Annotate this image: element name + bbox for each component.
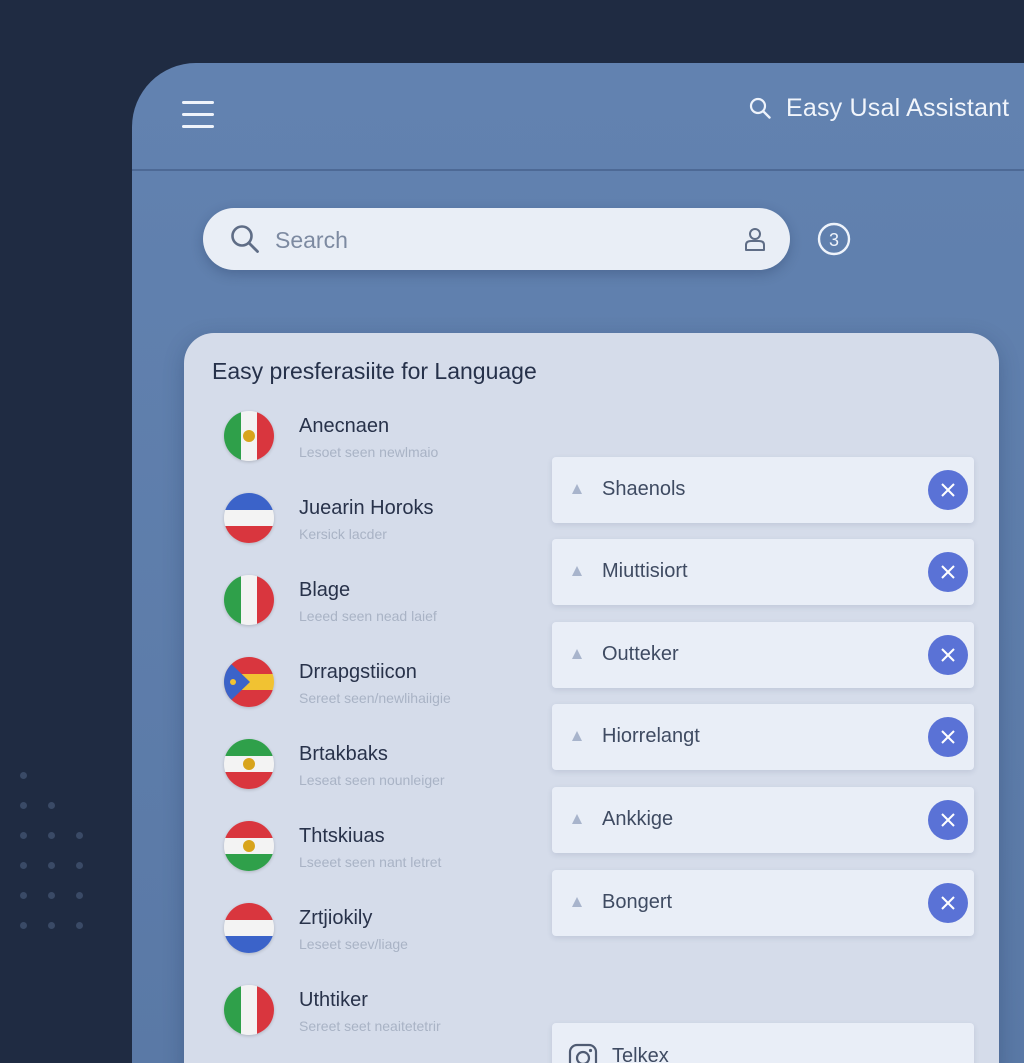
hamburger-menu-icon[interactable]: [182, 101, 214, 129]
language-item[interactable]: Drrapgstiicon Sereet seen/newlihaiigie: [224, 651, 524, 721]
selected-language-row[interactable]: Bongert: [552, 870, 974, 936]
telkex-row[interactable]: Telkex: [552, 1023, 974, 1063]
remove-button[interactable]: [928, 717, 968, 757]
language-item[interactable]: Anecnaen Lesoet seen newlmaio: [224, 405, 524, 475]
language-name: Brtakbaks: [299, 743, 388, 765]
svg-text:3: 3: [829, 230, 839, 250]
language-item[interactable]: Blage Leeed seen nead laief: [224, 569, 524, 639]
selected-language-label: Miuttisiort: [602, 560, 688, 582]
triangle-icon: [572, 897, 582, 907]
telkex-label: Telkex: [612, 1045, 669, 1063]
close-icon: [941, 483, 955, 497]
language-item[interactable]: Juearin Horoks Kersick lacder: [224, 487, 524, 557]
selected-language-row[interactable]: Outteker: [552, 622, 974, 688]
language-name: Thtskiuas: [299, 825, 385, 847]
triangle-icon: [572, 731, 582, 741]
panel-title: Easy presferasiite for Language: [212, 358, 537, 384]
flag-icon: [224, 411, 274, 461]
close-icon: [941, 730, 955, 744]
instagram-icon: [568, 1043, 598, 1063]
remove-button[interactable]: [928, 470, 968, 510]
selected-language-label: Outteker: [602, 643, 679, 665]
language-name: Zrtjiokily: [299, 907, 373, 929]
language-subtitle: Leseet seev/liage: [299, 936, 408, 952]
search-bar: [203, 208, 790, 270]
selected-language-label: Shaenols: [602, 478, 686, 500]
language-name: Anecnaen: [299, 415, 390, 437]
flag-icon: [224, 493, 274, 543]
selected-language-label: Bongert: [602, 891, 673, 913]
search-icon[interactable]: [748, 96, 772, 120]
language-item[interactable]: Uthtiker Sereet seet neaitetetrir: [224, 979, 524, 1049]
flag-icon: [224, 821, 274, 871]
remove-button[interactable]: [928, 800, 968, 840]
triangle-icon: [572, 566, 582, 576]
app-title: Easy Usal Assistant: [786, 94, 1010, 122]
language-subtitle: Sereet seen/newlihaiigie: [299, 690, 451, 706]
selected-language-row[interactable]: Hiorrelangt: [552, 704, 974, 770]
remove-button[interactable]: [928, 883, 968, 923]
language-preferences-panel: Easy presferasiite for Language Anecnaen…: [184, 333, 999, 1063]
coin-help-icon[interactable]: 3: [816, 221, 852, 257]
close-icon: [941, 565, 955, 579]
flag-icon: [224, 657, 274, 707]
language-subtitle: Lesoet seen newlmaio: [299, 444, 439, 460]
decorative-dots: [18, 770, 98, 940]
language-name: Uthtiker: [299, 989, 368, 1011]
triangle-icon: [572, 484, 582, 494]
flag-icon: [224, 903, 274, 953]
language-item[interactable]: Brtakbaks Leseat seen nounleiger: [224, 733, 524, 803]
language-subtitle: Kersick lacder: [299, 526, 387, 542]
language-name: Drrapgstiicon: [299, 661, 417, 683]
selected-language-row[interactable]: Shaenols: [552, 457, 974, 523]
language-subtitle: Leseat seen nounleiger: [299, 772, 445, 788]
selected-language-label: Ankkige: [602, 808, 674, 830]
flag-icon: [224, 739, 274, 789]
triangle-icon: [572, 649, 582, 659]
close-icon: [941, 813, 955, 827]
triangle-icon: [572, 814, 582, 824]
flag-icon: [224, 575, 274, 625]
language-subtitle: Sereet seet neaitetetrir: [299, 1018, 441, 1034]
selected-language-row[interactable]: Ankkige: [552, 787, 974, 853]
language-subtitle: Leeed seen nead laief: [299, 608, 437, 624]
language-name: Blage: [299, 579, 351, 601]
remove-button[interactable]: [928, 552, 968, 592]
language-item[interactable]: Zrtjiokily Leseet seev/liage: [224, 897, 524, 967]
close-icon: [941, 896, 955, 910]
language-subtitle: Lseeet seen nant letret: [299, 854, 442, 870]
close-icon: [941, 648, 955, 662]
search-icon: [231, 225, 259, 253]
selected-language-row[interactable]: Miuttisiort: [552, 539, 974, 605]
selected-language-label: Hiorrelangt: [602, 725, 700, 747]
app-window: Easy Usal Assistant 3 Easy presferasiite…: [132, 63, 1024, 1063]
language-name: Juearin Horoks: [299, 497, 434, 519]
flag-icon: [224, 985, 274, 1035]
top-bar: Easy Usal Assistant: [132, 63, 1024, 171]
search-input[interactable]: [273, 218, 717, 262]
user-icon[interactable]: [743, 226, 767, 252]
language-item[interactable]: Thtskiuas Lseeet seen nant letret: [224, 815, 524, 885]
remove-button[interactable]: [928, 635, 968, 675]
